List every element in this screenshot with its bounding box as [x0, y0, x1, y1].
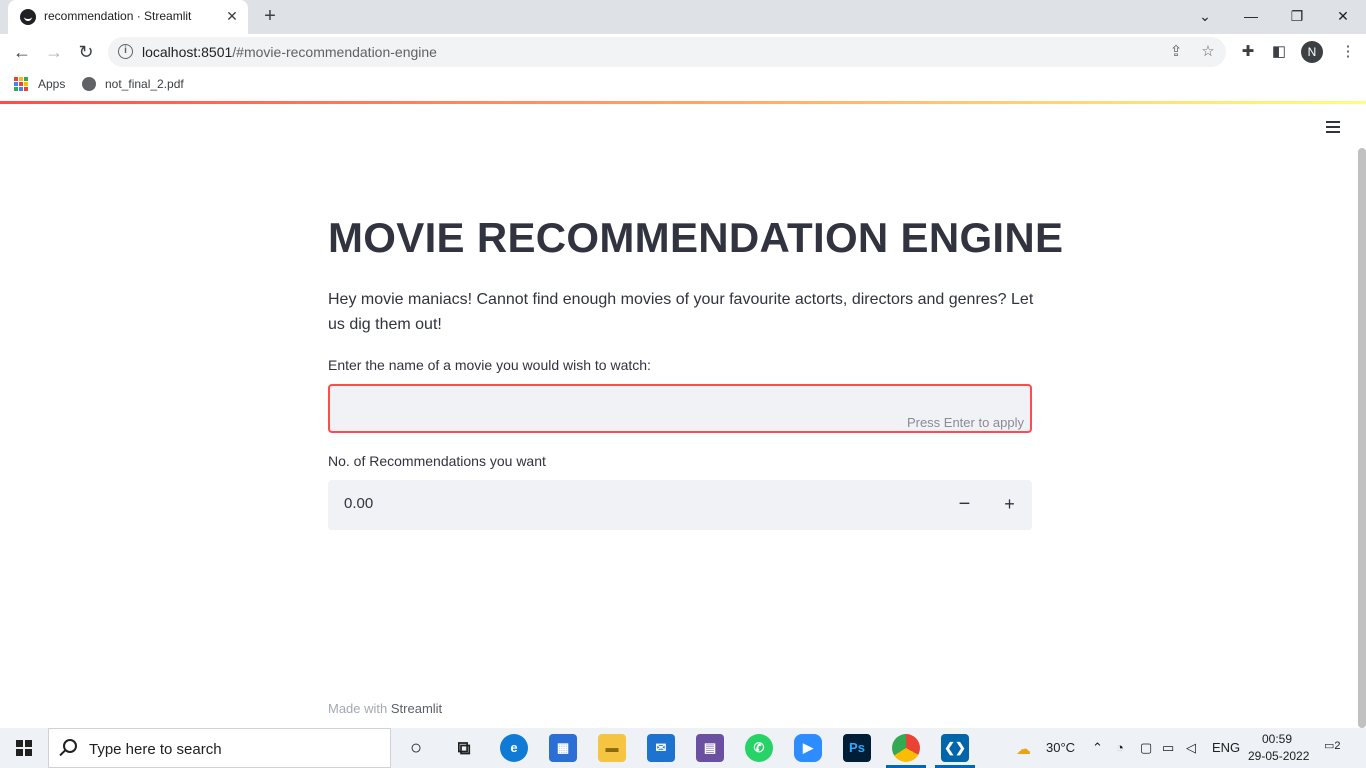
movie-input-label: Enter the name of a movie you would wish…: [328, 357, 651, 373]
movie-name-input[interactable]: Press Enter to apply: [328, 384, 1032, 433]
chrome-menu-icon[interactable]: ⋮: [1336, 40, 1360, 64]
weather-temperature[interactable]: 30°C: [1046, 740, 1075, 755]
share-icon[interactable]: ⇪: [1166, 42, 1186, 62]
new-tab-button[interactable]: +: [260, 6, 280, 26]
address-bar[interactable]: i localhost:8501/#movie-recommendation-e…: [108, 37, 1226, 67]
zoom-icon[interactable]: ▶: [794, 734, 822, 762]
number-value[interactable]: 0.00: [344, 495, 373, 512]
photoshop-icon[interactable]: Ps: [843, 734, 871, 762]
bookmark-star-icon[interactable]: ☆: [1198, 42, 1218, 62]
search-icon: [63, 739, 77, 753]
mail-icon[interactable]: ✉: [647, 734, 675, 762]
taskbar-search-box[interactable]: Type here to search: [48, 728, 391, 768]
whatsapp-icon[interactable]: ✆: [745, 734, 773, 762]
weather-icon[interactable]: ☁: [1016, 740, 1031, 758]
windows-taskbar: Type here to search ○ ⧉ e ▦ ▬ ✉ ▤ ✆ ▶ Ps…: [0, 728, 1366, 768]
increment-button[interactable]: +: [987, 480, 1032, 530]
footer: Made with Streamlit: [328, 701, 442, 716]
network-icon[interactable]: ◔: [1116, 740, 1124, 755]
url-text[interactable]: localhost:8501/#movie-recommendation-eng…: [142, 44, 437, 60]
close-window-button[interactable]: ✕: [1330, 4, 1356, 28]
search-placeholder: Type here to search: [89, 741, 222, 758]
reload-icon[interactable]: ↻: [74, 40, 98, 64]
press-enter-hint: Press Enter to apply: [906, 415, 1024, 430]
footer-prefix: Made with: [328, 701, 391, 716]
page-title: MOVIE RECOMMENDATION ENGINE: [328, 214, 1064, 261]
clock-time[interactable]: 00:59: [1262, 732, 1292, 746]
device-icon[interactable]: ▢: [1140, 740, 1152, 756]
recommendations-count-label: No. of Recommendations you want: [328, 453, 546, 469]
side-panel-icon[interactable]: ◧: [1267, 40, 1291, 64]
streamlit-link[interactable]: Streamlit: [391, 701, 442, 716]
extensions-puzzle-icon[interactable]: ✚: [1236, 40, 1260, 64]
tab-title: recommendation · Streamlit: [44, 9, 192, 23]
notification-icon: ▭: [1324, 740, 1335, 752]
windows-start-icon[interactable]: [16, 740, 32, 756]
globe-icon: [82, 77, 96, 91]
browser-tab-strip: recommendation · Streamlit ✕ + ⌄ — ❐ ✕: [0, 0, 1366, 34]
task-view-icon[interactable]: ⧉: [450, 734, 478, 762]
site-info-icon[interactable]: i: [118, 44, 133, 59]
decrement-button[interactable]: −: [942, 480, 987, 530]
media-app-icon[interactable]: ▤: [696, 734, 724, 762]
streamlit-app: MOVIE RECOMMENDATION ENGINE Hey movie ma…: [0, 104, 1366, 728]
bookmark-pdf[interactable]: not_final_2.pdf: [105, 77, 184, 91]
microsoft-store-icon[interactable]: ▦: [549, 734, 577, 762]
forward-arrow-icon[interactable]: →: [42, 40, 66, 64]
battery-icon[interactable]: ▭: [1162, 740, 1174, 756]
edge-icon[interactable]: e: [500, 734, 528, 762]
clock-date[interactable]: 29-05-2022: [1248, 749, 1309, 763]
cortana-icon[interactable]: ○: [402, 734, 430, 762]
browser-toolbar: ← → ↻ i localhost:8501/#movie-recommenda…: [0, 34, 1366, 70]
bookmark-apps[interactable]: Apps: [38, 77, 65, 91]
back-arrow-icon[interactable]: ←: [10, 40, 34, 64]
tab-close-icon[interactable]: ✕: [224, 8, 240, 24]
file-explorer-icon[interactable]: ▬: [598, 734, 626, 762]
vscode-icon[interactable]: ❮❯: [941, 734, 969, 762]
tray-chevron-icon[interactable]: ⌃: [1092, 740, 1103, 756]
volume-icon[interactable]: ◁: [1186, 740, 1196, 756]
notification-count: 2: [1334, 740, 1341, 752]
profile-avatar[interactable]: N: [1301, 41, 1323, 63]
intro-text: Hey movie maniacs! Cannot find enough mo…: [328, 291, 1034, 333]
recommendations-number-input[interactable]: 0.00 − +: [328, 480, 1032, 530]
streamlit-favicon-icon: [20, 9, 36, 25]
bookmarks-bar: Apps not_final_2.pdf: [0, 70, 1366, 100]
chrome-icon[interactable]: [892, 734, 920, 762]
tab-search-dropdown-icon[interactable]: ⌄: [1192, 4, 1218, 28]
scrollbar[interactable]: [1358, 148, 1366, 728]
apps-grid-icon[interactable]: [14, 77, 28, 91]
browser-tab[interactable]: recommendation · Streamlit ✕: [8, 0, 248, 34]
main-menu-icon[interactable]: [1324, 119, 1342, 135]
minimize-button[interactable]: —: [1238, 4, 1264, 28]
restore-button[interactable]: ❐: [1284, 4, 1310, 28]
language-indicator[interactable]: ENG: [1212, 740, 1240, 755]
url-path: /#movie-recommendation-engine: [232, 44, 437, 60]
notification-center[interactable]: ▭2: [1324, 739, 1344, 757]
url-host: localhost:8501: [142, 44, 233, 60]
